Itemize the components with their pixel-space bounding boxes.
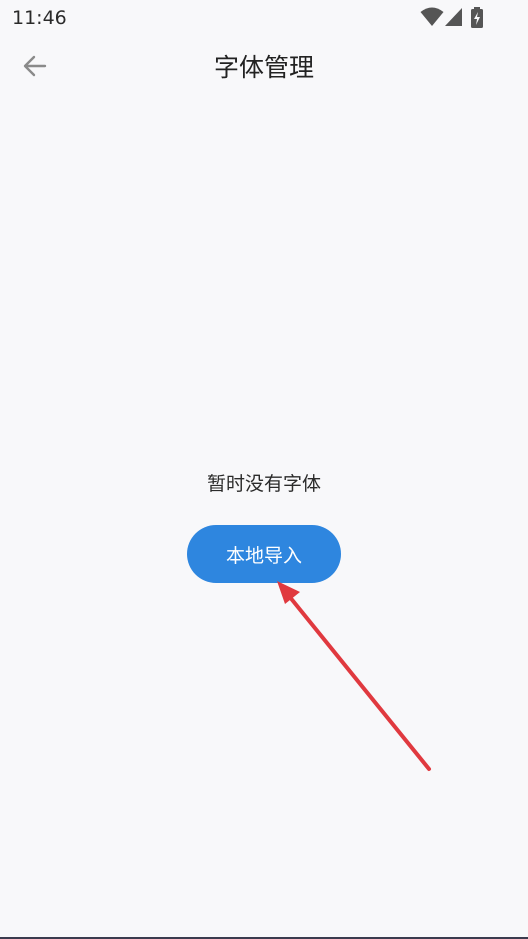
status-bar: 11:46 [0, 0, 528, 36]
status-time: 11:46 [12, 7, 67, 29]
empty-state-message: 暂时没有字体 [206, 473, 321, 495]
battery-charging-icon [471, 7, 483, 28]
page-title: 字体管理 [213, 53, 314, 82]
local-import-button-label: 本地导入 [225, 544, 302, 567]
status-icons [420, 7, 490, 29]
cellular-signal-icon [445, 8, 462, 26]
wifi-icon [420, 7, 444, 26]
local-import-button[interactable]: 本地导入 [187, 525, 341, 583]
app-bar: 字体管理 [0, 36, 528, 96]
